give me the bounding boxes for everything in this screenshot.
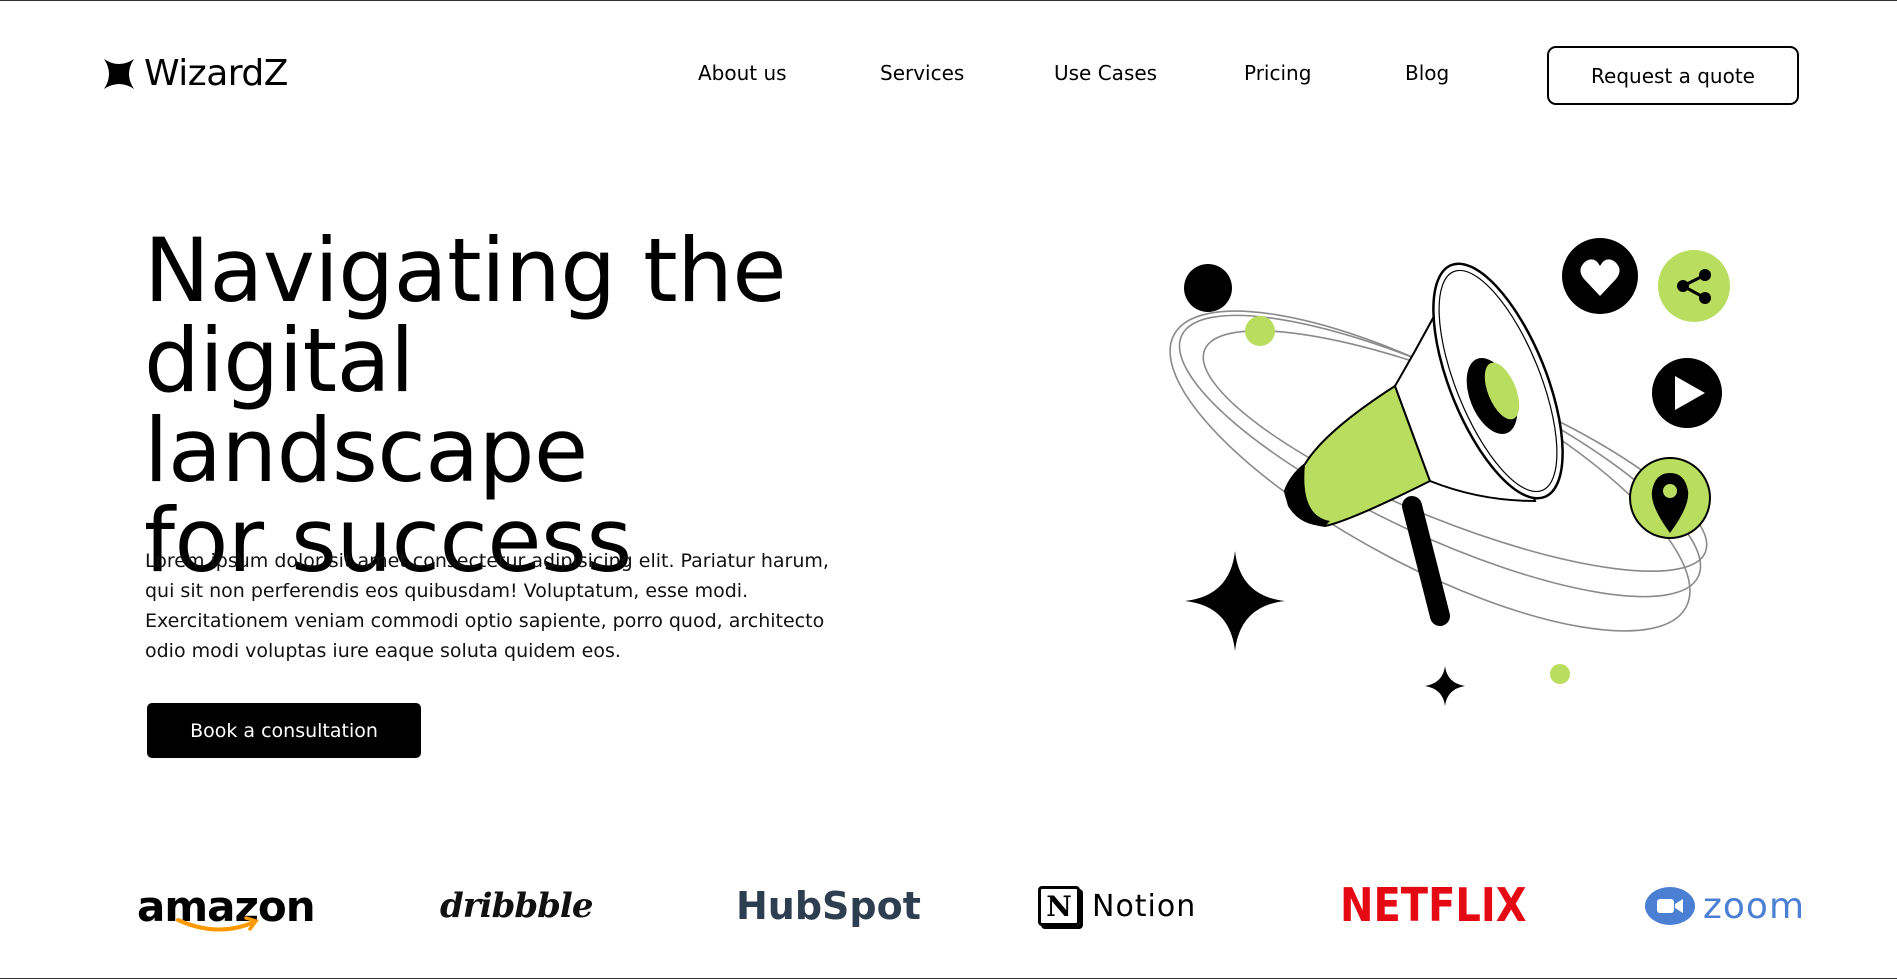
heart-bubble-icon: [1562, 238, 1638, 314]
hubspot-wordmark: HubSpot: [736, 884, 921, 928]
hero-description: Lorem ipsum dolor sit amet consectetur a…: [145, 550, 829, 662]
small-sparkle-icon: [1425, 666, 1465, 706]
notion-wordmark: Notion: [1092, 888, 1197, 924]
megaphone-icon: [1283, 262, 1564, 626]
dribbble-wordmark: dribbble: [440, 886, 593, 926]
hero-title-line-2: digital landscape: [144, 309, 588, 502]
nav-blog[interactable]: Blog: [1405, 61, 1449, 85]
play-bubble-icon: [1652, 358, 1722, 428]
nav-use-cases[interactable]: Use Cases: [1054, 61, 1157, 85]
netflix-logo: NETFLIX: [1340, 866, 1527, 947]
share-bubble-icon: [1658, 250, 1730, 322]
partner-logos: amazon dribbble HubSpot N Notion NETFLIX…: [0, 871, 1897, 951]
amazon-smile-icon: [176, 916, 259, 932]
dribbble-logo: dribbble: [440, 871, 593, 941]
black-dot-icon: [1184, 264, 1232, 312]
sparkle-star-icon: [1185, 551, 1285, 651]
zoom-logo: zoom: [1645, 871, 1805, 941]
site-header: WizardZ About us Services Use Cases Pric…: [0, 1, 1897, 151]
request-quote-button[interactable]: Request a quote: [1547, 46, 1799, 105]
notion-mark-icon: N: [1038, 886, 1080, 926]
nav-about-us[interactable]: About us: [698, 61, 787, 85]
star-logo-icon: [104, 58, 134, 89]
brand-logo[interactable]: WizardZ: [104, 53, 288, 94]
notion-logo: N Notion: [1038, 871, 1196, 941]
book-consultation-button[interactable]: Book a consultation: [147, 703, 421, 758]
megaphone-illustration: [1169, 238, 1730, 706]
zoom-wordmark: zoom: [1703, 885, 1806, 927]
green-dot-icon: [1245, 316, 1275, 346]
small-green-dot-icon: [1550, 664, 1570, 684]
location-bubble-icon: [1629, 457, 1711, 539]
zoom-camera-icon: [1645, 887, 1695, 925]
brand-name: WizardZ: [144, 53, 288, 94]
hero-title: Navigating the digital landscape for suc…: [144, 226, 864, 586]
nav-pricing[interactable]: Pricing: [1244, 61, 1311, 85]
hero-title-line-1: Navigating the: [144, 219, 787, 322]
hubspot-logo: HubSpot: [736, 871, 921, 941]
netflix-wordmark: NETFLIX: [1340, 879, 1527, 933]
nav-services[interactable]: Services: [880, 61, 964, 85]
